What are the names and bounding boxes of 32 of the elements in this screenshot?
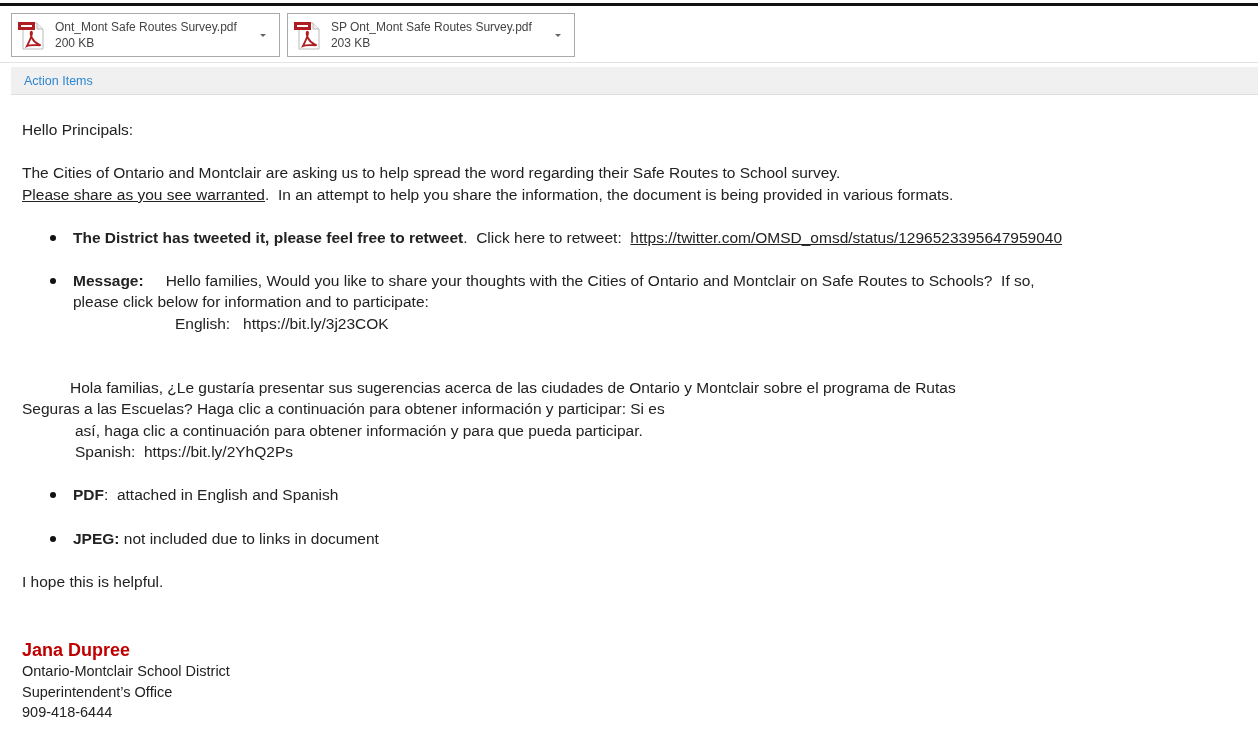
signature-line: 909-418-6444 — [22, 703, 114, 723]
bullet-text: Message: Hello families, Would you like to share your thoughts with the Cities of Ontario and Montclair on Safe Routes to Schools? If so, please click below for information and to participate: — [73, 271, 1036, 313]
body-text: Please share as you see warranted. In an attempt to help you share the information, the document is being provided in various formats. — [22, 184, 955, 205]
attachment-card[interactable]: SP Ont_Mont Safe Routes Survey.pdf 203 KB — [286, 13, 575, 57]
signature-name: Jana Dupree — [22, 639, 132, 662]
english-link-text: English: https://bit.ly/3j23COK — [174, 313, 390, 334]
spanish-text: Spanish: https://bit.ly/2YhQ2Ps — [74, 441, 294, 462]
bullet-text: JPEG: not included due to links in document — [73, 528, 380, 549]
bullet-text: The District has tweeted it, please feel free to retweet. Click here to retweet: https://twitter.com/OMSD_omsd/status/1296523395647959040 — [73, 227, 1064, 248]
bullet-icon — [50, 492, 56, 499]
body-text: The Cities of Ontario and Montclair are asking us to help spread the word regarding their Safe Routes to School survey. — [22, 163, 842, 184]
bullet-icon — [50, 278, 56, 285]
greeting: Hello Principals: — [22, 120, 135, 140]
closing-text: I hope this is helpful. — [22, 571, 165, 592]
spanish-text: así, haga clic a continuación para obtener información y para que pueda participar. — [74, 420, 644, 441]
attachment-size: 200 KB — [55, 35, 96, 51]
signature-line: Superintendent’s Office — [22, 682, 174, 702]
pdf-file-icon — [292, 20, 321, 50]
spanish-text: Seguras a las Escuelas? Haga clic a continuación para obtener información y participar: Si es — [22, 399, 666, 420]
bullet-text: PDF: attached in English and Spanish — [73, 485, 340, 506]
attachment-card[interactable]: Ont_Mont Safe Routes Survey.pdf 200 KB — [11, 13, 280, 57]
spanish-text: Hola familias, ¿Le gustaría presentar sus sugerencias acerca de las ciudades de Ontario y Montclair sobre el programa de Rutas — [69, 378, 957, 399]
attachment-name: SP Ont_Mont Safe Routes Survey.pdf — [330, 19, 532, 35]
caret-icon[interactable] — [258, 32, 267, 38]
caret-icon[interactable] — [553, 32, 562, 38]
attachment-size: 203 KB — [330, 35, 372, 51]
bullet-icon — [50, 535, 56, 542]
bullet-icon — [50, 234, 56, 241]
attachment-name: Ont_Mont Safe Routes Survey.pdf — [55, 19, 237, 35]
signature-line: Ontario-Montclair School District — [22, 662, 231, 682]
tweet-link[interactable]: https://twitter.com/OMSD_omsd/status/1296523395647959040 — [630, 228, 1063, 246]
pdf-file-icon — [17, 20, 45, 50]
